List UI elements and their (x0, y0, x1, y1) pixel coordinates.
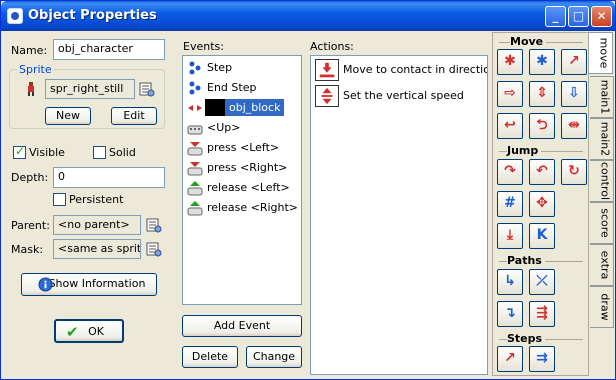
solid-label: Solid (109, 146, 136, 159)
move-contact-icon (315, 59, 339, 81)
mask-label: Mask: (11, 243, 44, 256)
wrap-screen-icon[interactable]: ✥ (529, 191, 555, 217)
event-label: release <Left> (207, 181, 290, 194)
parent-menu-icon[interactable] (146, 217, 162, 233)
name-label: Name: (11, 44, 48, 57)
speed-vertical-icon[interactable]: ⇕ (529, 81, 555, 107)
mask-menu-icon[interactable] (146, 241, 162, 257)
sprite-group-title: Sprite (17, 63, 54, 76)
reverse-vertical-icon[interactable]: ⮌ (529, 113, 555, 139)
path-position-icon[interactable]: ↴ (497, 301, 523, 327)
ok-button[interactable]: ✔ OK (54, 319, 124, 343)
event-item[interactable]: Step (185, 58, 301, 78)
event-item[interactable]: press <Right> (185, 158, 301, 178)
event-label: <Up> (207, 121, 241, 134)
move-towards-icon[interactable]: ↗ (561, 49, 587, 75)
object-properties-window: Object Properties _ □ ✕ Name: obj_charac… (0, 0, 616, 380)
delete-event-button[interactable]: Delete (182, 346, 238, 368)
jump-to-random-icon[interactable]: ↻ (561, 159, 587, 185)
sprite-menu-icon[interactable] (139, 81, 155, 97)
jump-to-position-icon[interactable]: ↷ (497, 159, 523, 185)
ok-label: OK (88, 325, 104, 338)
set-path-icon[interactable]: ↳ (497, 269, 523, 295)
actions-list[interactable]: Move to contact in direction di Set the … (310, 55, 488, 375)
move-free-icon[interactable]: ✱ (529, 49, 555, 75)
event-item[interactable]: End Step (185, 78, 301, 98)
event-item[interactable]: release <Left> (185, 178, 301, 198)
mask-field[interactable]: <same as sprite> (53, 239, 141, 259)
app-icon (7, 8, 23, 24)
action-palette: Move ✱ ✱ ↗ ⇨ ⇕ ⇩ ↩ ⮌ ⇼ Jump ↷ ↶ ↻ # ✥ ⤓ … (492, 32, 589, 376)
depth-field[interactable]: 0 (53, 167, 165, 188)
persistent-checkbox[interactable] (53, 193, 66, 206)
visible-label: Visible (29, 146, 65, 159)
event-item[interactable]: <Up> (185, 118, 301, 138)
events-label: Events: (183, 40, 224, 53)
path-speed-icon[interactable]: ⇶ (529, 301, 555, 327)
event-label: press <Right> (207, 161, 288, 174)
collision-icon (188, 105, 202, 111)
sprite-field[interactable]: spr_right_still (45, 79, 135, 99)
friction-icon[interactable]: ⇼ (561, 113, 587, 139)
name-field[interactable]: obj_character (53, 39, 165, 60)
step-towards-icon[interactable]: ↗ (497, 346, 523, 372)
event-item-selected[interactable]: obj_block (185, 98, 301, 118)
end-path-icon[interactable]: ⤫ (529, 269, 555, 295)
section-move: Move (499, 35, 583, 48)
checkmark-icon: ✔ (66, 323, 79, 341)
keyboard-release-icon (187, 181, 203, 196)
window-title: Object Properties (28, 8, 157, 23)
reverse-horizontal-icon[interactable]: ↩ (497, 113, 523, 139)
move-to-contact-icon[interactable]: ⤓ (497, 223, 523, 249)
maximize-button[interactable]: □ (568, 6, 589, 27)
event-label: obj_block (225, 99, 285, 116)
section-steps: Steps (499, 332, 583, 345)
minimize-button[interactable]: _ (545, 6, 566, 27)
keyboard-press-icon (187, 142, 203, 156)
info-icon (38, 277, 53, 292)
change-event-button[interactable]: Change (246, 346, 302, 368)
solid-checkbox[interactable] (93, 146, 106, 159)
events-list[interactable]: Step End Step obj_block <Up> press <Left… (182, 55, 302, 305)
section-jump: Jump (499, 144, 583, 157)
edit-sprite-button[interactable]: Edit (111, 107, 157, 125)
persistent-label: Persistent (69, 193, 124, 206)
step-icon (189, 61, 201, 75)
gravity-icon[interactable]: ⇩ (561, 81, 587, 107)
keyboard-release-icon (187, 201, 203, 216)
jump-to-start-icon[interactable]: ↶ (529, 159, 555, 185)
event-item[interactable]: release <Right> (185, 198, 301, 218)
depth-label: Depth: (11, 171, 49, 184)
step-icon (189, 81, 201, 95)
event-label: End Step (207, 81, 257, 94)
event-label: release <Right> (207, 201, 299, 214)
keyboard-press-icon (187, 162, 203, 176)
tab-draw[interactable]: draw (590, 286, 614, 328)
event-item[interactable]: press <Left> (185, 138, 301, 158)
vertical-speed-icon (315, 85, 339, 107)
sprite-preview-icon (28, 82, 34, 96)
step-avoiding-icon[interactable]: ⇉ (529, 346, 555, 372)
bounce-icon[interactable]: K (529, 223, 555, 249)
new-sprite-button[interactable]: New (45, 107, 91, 125)
align-to-grid-icon[interactable]: # (497, 191, 523, 217)
move-fixed-icon[interactable]: ✱ (497, 49, 523, 75)
object-sprite-thumbnail (205, 99, 225, 116)
keyboard-icon (187, 125, 203, 135)
parent-label: Parent: (11, 219, 50, 232)
title-bar[interactable]: Object Properties _ □ ✕ (1, 1, 615, 31)
speed-horizontal-icon[interactable]: ⇨ (497, 81, 523, 107)
event-label: press <Left> (207, 141, 280, 154)
parent-field[interactable]: <no parent> (53, 215, 141, 235)
action-label: Move to contact in direction di (343, 63, 487, 76)
section-paths: Paths (499, 254, 583, 267)
actions-label: Actions: (310, 40, 354, 53)
event-label: Step (207, 61, 233, 74)
show-information-label: Show Information (48, 277, 146, 290)
add-event-button[interactable]: Add Event (182, 315, 302, 337)
visible-checkbox[interactable] (13, 144, 26, 159)
action-label: Set the vertical speed (343, 89, 464, 102)
show-information-button[interactable]: Show Information (21, 273, 157, 296)
